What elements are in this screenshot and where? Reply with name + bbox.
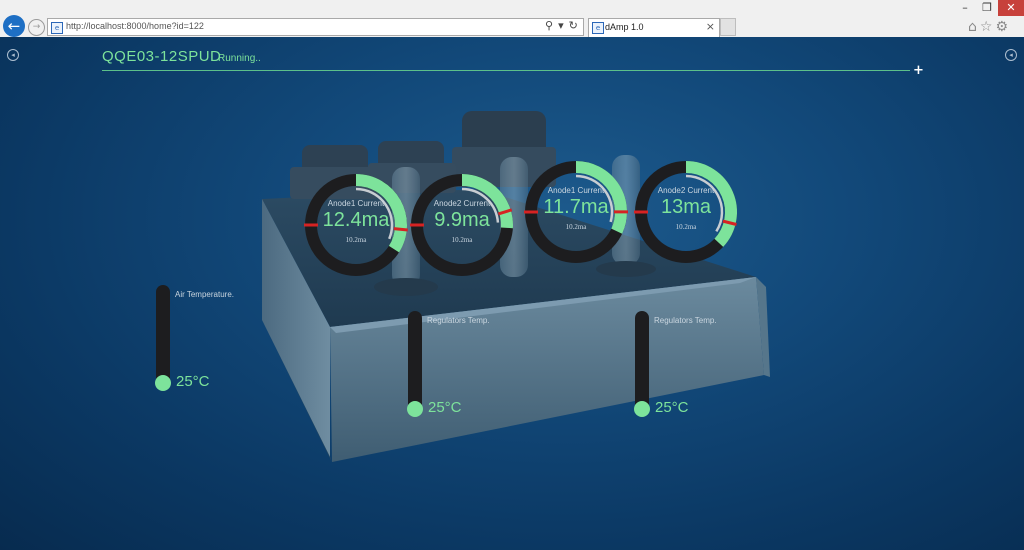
- refresh-icon[interactable]: ↻: [569, 19, 578, 32]
- gauge-reference: 10.2ma: [345, 236, 367, 244]
- tab-icon: e: [592, 22, 604, 34]
- app-canvas: ◂ ◂ QQE03-12SPUD Running.. + Anode1 Curr…: [0, 37, 1024, 550]
- gauge-reference: 10.2ma: [451, 236, 473, 244]
- tab-title: dAmp 1.0: [605, 22, 644, 32]
- gauge-label: Anode1 Current: [327, 199, 385, 208]
- favorites-icon[interactable]: ☆: [980, 19, 993, 35]
- gauge-label: Anode2 Current: [433, 199, 491, 208]
- right-collapse-button[interactable]: ◂: [1005, 49, 1017, 61]
- dropdown-icon[interactable]: ▾: [558, 19, 564, 32]
- forward-arrow-icon: →: [32, 22, 41, 32]
- back-arrow-icon: ←: [7, 17, 21, 35]
- thermometer-label: Regulators Temp.: [427, 316, 490, 325]
- close-window-button[interactable]: ✕: [998, 0, 1024, 16]
- address-tools: ⚲ ▾ ↻: [545, 19, 583, 32]
- address-bar[interactable]: e http://localhost:8000/home?id=122: [47, 18, 584, 36]
- thermometer-value: 25°C: [655, 399, 689, 416]
- device-status: Running..: [218, 53, 261, 64]
- gauge-anode2-current-b[interactable]: Anode2 Current 13ma 10.2ma: [632, 158, 740, 266]
- gauge-value: 9.9ma: [434, 209, 490, 231]
- device-title: QQE03-12SPUD: [102, 48, 222, 65]
- home-icon[interactable]: ⌂: [968, 19, 977, 35]
- arrow-left-icon: ◂: [11, 51, 15, 59]
- browser-toolbar: ← → e http://localhost:8000/home?id=122 …: [0, 0, 1024, 38]
- thermometer-bulb: [634, 401, 650, 417]
- thermometer-value: 25°C: [428, 399, 462, 416]
- forward-button[interactable]: →: [28, 19, 45, 36]
- amplifier-image: [262, 111, 770, 462]
- gauge-value: 13ma: [660, 196, 712, 218]
- gauge-label: Anode2 Current: [657, 186, 715, 195]
- thermometer-label: Regulators Temp.: [654, 316, 717, 325]
- page-icon: e: [51, 22, 63, 34]
- arrow-right-icon: ◂: [1009, 51, 1013, 59]
- thermometer-tube: [635, 311, 649, 411]
- gauge-value: 12.4ma: [322, 209, 390, 231]
- settings-icon[interactable]: ⚙: [995, 19, 1008, 35]
- gauge-anode1-current-b[interactable]: Anode1 Current 11.7ma 10.2ma: [522, 158, 630, 266]
- gauge-value: 11.7ma: [543, 196, 609, 218]
- minimize-button[interactable]: –: [955, 0, 975, 16]
- left-collapse-button[interactable]: ◂: [7, 49, 19, 61]
- gauge-reference: 10.2ma: [675, 223, 697, 231]
- header-divider: [102, 70, 910, 71]
- address-url[interactable]: http://localhost:8000/home?id=122: [66, 21, 204, 31]
- maximize-button[interactable]: ❐: [977, 0, 997, 16]
- thermometer-bulb: [155, 375, 171, 391]
- gauge-label: Anode1 Current: [547, 186, 605, 195]
- thermometer-bulb: [407, 401, 423, 417]
- add-button[interactable]: +: [913, 63, 924, 78]
- thermometer-label: Air Temperature.: [175, 290, 234, 299]
- browser-tab[interactable]: e dAmp 1.0 ×: [588, 18, 720, 37]
- gauge-anode1-current[interactable]: Anode1 Current 12.4ma 10.2ma: [302, 171, 410, 279]
- browser-right-icons: ⌂ ☆ ⚙: [968, 19, 1011, 35]
- thermometer-tube: [408, 311, 422, 411]
- tab-close-icon[interactable]: ×: [706, 20, 715, 33]
- gauge-anode2-current[interactable]: Anode2 Current 9.9ma 10.2ma: [408, 171, 516, 279]
- new-tab-button[interactable]: [720, 18, 736, 36]
- back-button[interactable]: ←: [3, 15, 25, 37]
- search-icon[interactable]: ⚲: [545, 19, 553, 32]
- thermometer-value: 25°C: [176, 373, 210, 390]
- gauge-reference: 10.2ma: [565, 223, 587, 231]
- thermometer-tube: [156, 285, 170, 385]
